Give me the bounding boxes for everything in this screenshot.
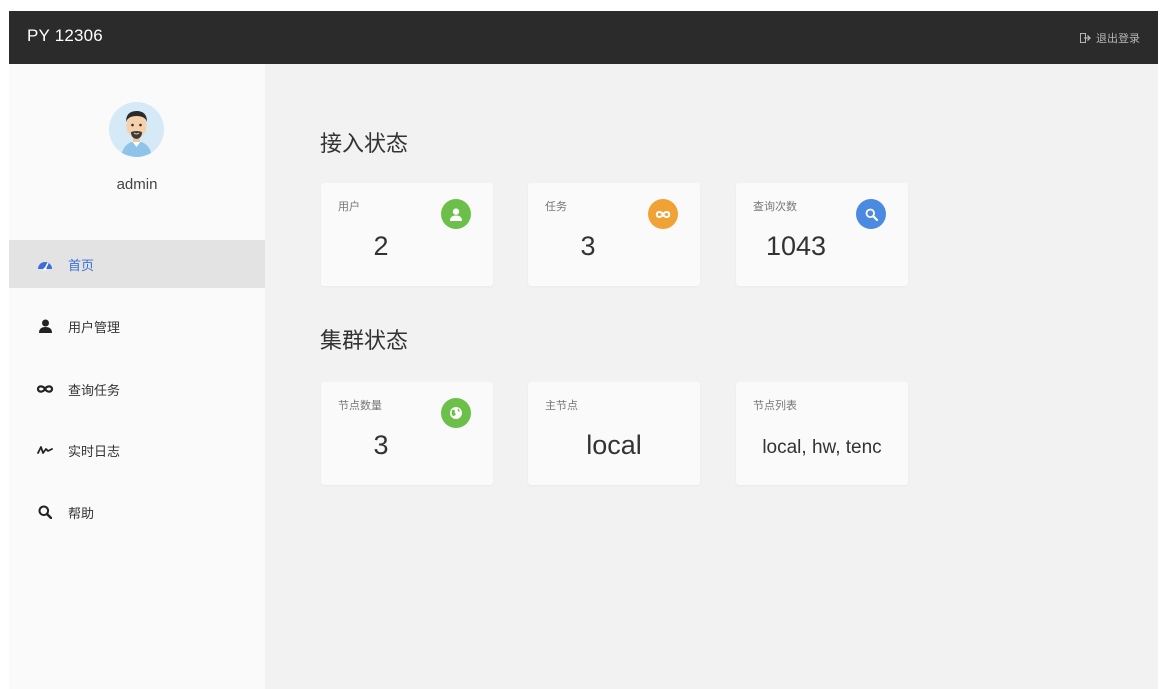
main-content: 接入状态 用户 2 任务 3 查询次数 1043 集群状态 节点数量 3 主节点… [265,64,1158,689]
globe-icon [441,398,471,428]
card-label: 任务 [545,200,567,213]
nav-item-label: 用户管理 [68,320,121,336]
signal-line-icon [36,441,54,459]
top-bar: PY 12306 退出登录 [9,11,1158,64]
infinity-icon [36,380,54,398]
card-label: 主节点 [545,399,578,412]
avatar[interactable] [109,102,164,157]
card-value: local, hw, tenc [762,437,882,458]
nav-item-label: 查询任务 [68,383,121,399]
search-icon [856,199,886,229]
nav-item-home[interactable]: 首页 [9,240,265,288]
nav-item-user-management[interactable]: 用户管理 [9,302,265,350]
nav-item-help[interactable]: 帮助 [9,488,265,536]
username: admin [116,176,158,193]
card-master-node[interactable]: 主节点 local [528,382,700,485]
cluster-status-title: 集群状态 [320,329,409,354]
user-icon [36,317,54,335]
brand-title[interactable]: PY 12306 [27,26,103,46]
card-label: 节点数量 [338,399,382,412]
logout-button[interactable]: 退出登录 [1080,30,1140,46]
app-window: PY 12306 退出登录 admin 首页 用户管理 查询任务 实时日志 帮助… [9,11,1158,689]
nav-item-realtime-logs[interactable]: 实时日志 [9,426,265,474]
nav-item-query-tasks[interactable]: 查询任务 [9,365,265,413]
card-tasks[interactable]: 任务 3 [528,183,700,286]
card-value: local [586,430,642,460]
nav-item-label: 实时日志 [68,444,121,460]
avatar-face-icon [109,102,164,157]
card-value: 1043 [765,231,827,261]
nav-item-label: 帮助 [68,506,95,522]
card-value: 3 [373,430,389,460]
card-query-count[interactable]: 查询次数 1043 [736,183,908,286]
search-icon [36,503,54,521]
card-label: 节点列表 [753,399,797,412]
dashboard-icon [36,255,54,273]
logout-label: 退出登录 [1096,32,1140,45]
card-node-list[interactable]: 节点列表 local, hw, tenc [736,382,908,485]
card-label: 用户 [338,200,360,213]
card-users[interactable]: 用户 2 [321,183,493,286]
user-icon [441,199,471,229]
card-label: 查询次数 [753,200,797,213]
access-status-title: 接入状态 [320,132,409,157]
card-value: 2 [373,231,389,261]
card-node-count[interactable]: 节点数量 3 [321,382,493,485]
sign-out-icon [1080,33,1091,43]
sidebar: admin 首页 用户管理 查询任务 实时日志 帮助 [9,64,265,689]
nav-item-label: 首页 [68,258,95,274]
card-value: 3 [580,231,596,261]
infinity-icon [648,199,678,229]
